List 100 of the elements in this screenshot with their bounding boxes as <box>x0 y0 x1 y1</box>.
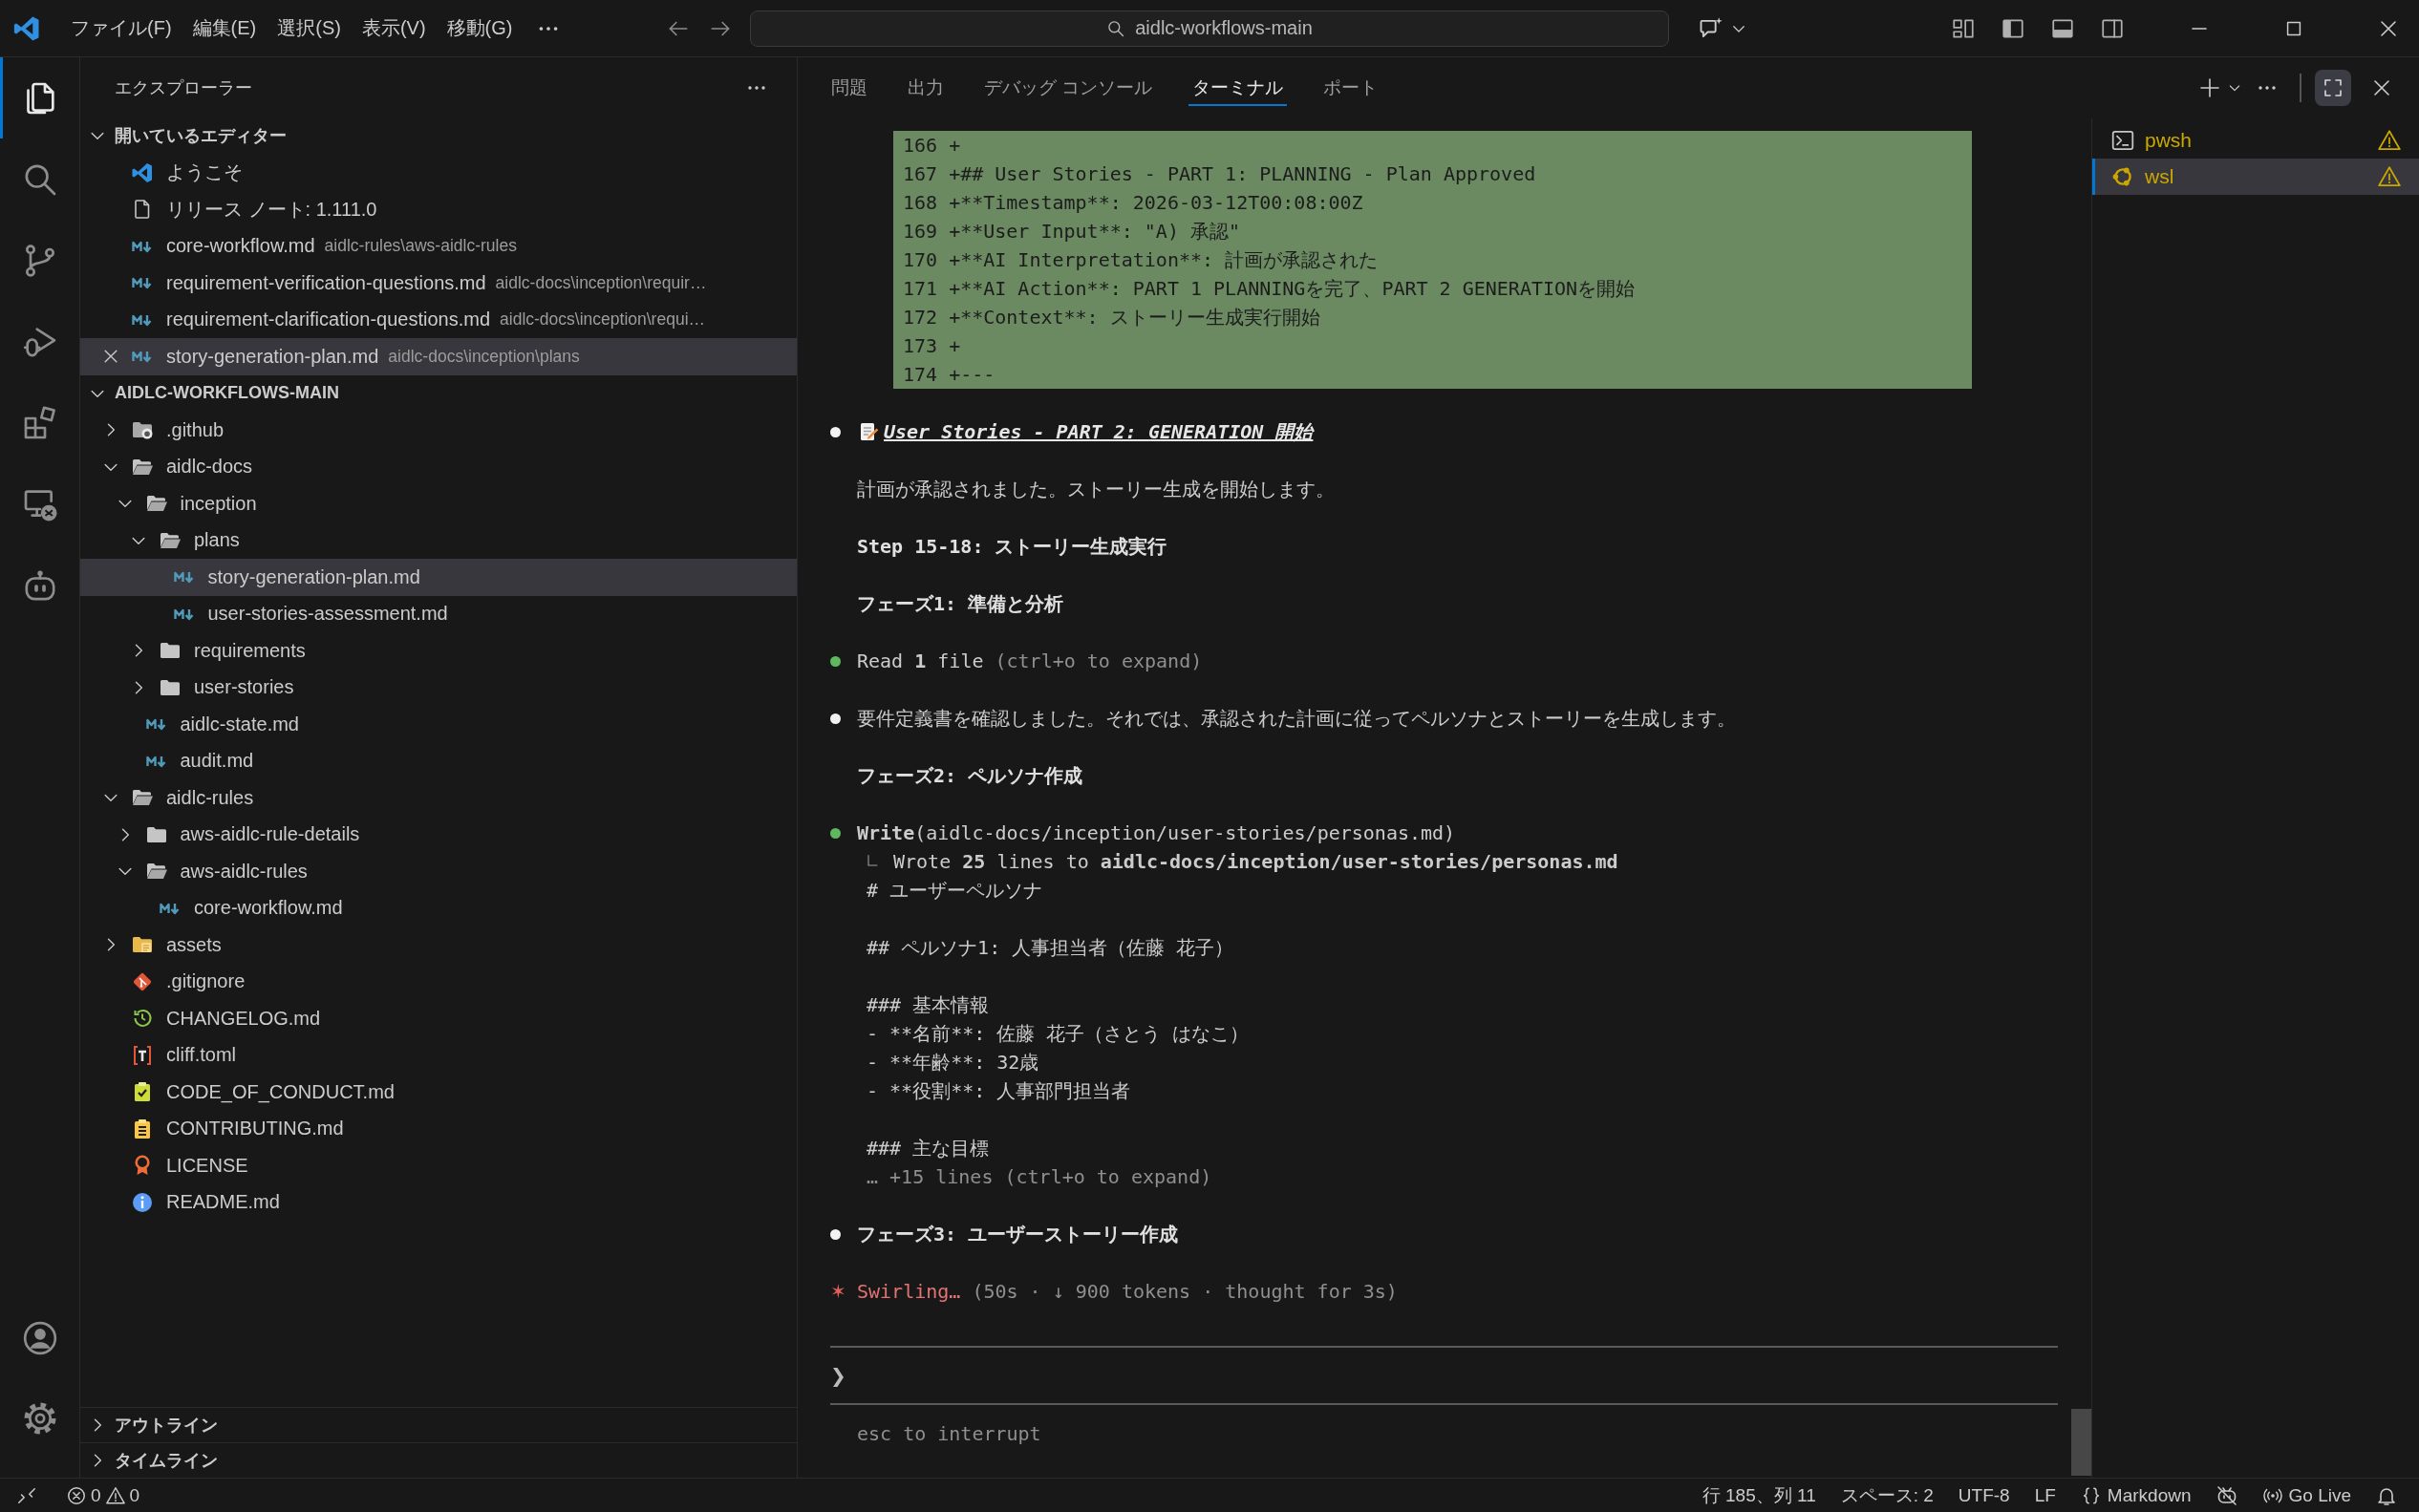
tree-item[interactable]: aws-aidlc-rules <box>80 853 797 890</box>
tree-item[interactable]: core-workflow.md <box>80 889 797 926</box>
diff-line: +**AI Action**: PART 1 PLANNINGを完了、PART 2 GENERATIONを開始 <box>949 276 1636 302</box>
tree-item[interactable]: .gitignore <box>80 963 797 1000</box>
open-editor-item[interactable]: requirement-verification-questions.md aidlc-docs\inception\requir… <box>80 265 797 302</box>
maximize-button[interactable] <box>2315 70 2351 106</box>
tree-item[interactable]: CODE_OF_CONDUCT.md <box>80 1074 797 1111</box>
line-number: 172 <box>903 305 938 330</box>
status-item[interactable]: Markdown <box>2067 1484 2204 1506</box>
line-number: 174 <box>903 362 938 388</box>
scrollbar[interactable] <box>2071 1409 2091 1476</box>
tree-item[interactable]: CONTRIBUTING.md <box>80 1110 797 1147</box>
diff-line: + <box>949 333 961 359</box>
diff-line: + <box>949 133 961 159</box>
tree-item[interactable]: user-stories-assessment.md <box>80 595 797 632</box>
tree-item[interactable]: LICENSE <box>80 1147 797 1184</box>
tree-item[interactable]: requirements <box>80 632 797 670</box>
panel-tab[interactable]: ターミナル <box>1188 70 1288 106</box>
tree-item[interactable]: inception <box>80 485 797 522</box>
tree-item[interactable]: aidlc-rules <box>80 779 797 817</box>
spinner-icon: ✶ <box>830 1277 846 1306</box>
line-number: 173 <box>903 333 938 359</box>
message-text: フェーズ2: ペルソナ作成 <box>857 763 1083 789</box>
toml-icon <box>131 1043 154 1067</box>
open-editor-item[interactable]: requirement-clarification-questions.md aidlc-docs\inception\requi… <box>80 301 797 338</box>
output-line: ## ペルソナ1: 人事担当者（佐藤 花子） <box>867 935 1235 961</box>
output-line: - **役割**: 人事部門担当者 <box>867 1078 1132 1104</box>
tree-item[interactable]: aidlc-docs <box>80 448 797 485</box>
open-editor-item[interactable]: core-workflow.md aidlc-rules\aws-aidlc-rules <box>80 227 797 265</box>
diff-line: +**User Input**: "A) 承認" <box>949 219 1241 245</box>
tool-call: Write(aidlc-docs/inception/user-stories/personas.md) <box>857 820 1456 846</box>
problems-status[interactable]: 0 0 <box>54 1484 153 1506</box>
tool-result: Wrote 25 lines to aidlc-docs/inception/user-stories/personas.md <box>893 849 1618 875</box>
panel-tab[interactable]: 問題 <box>827 70 871 106</box>
message-text: Step 15-18: ストーリー生成実行 <box>857 534 1167 560</box>
open-editor-item[interactable]: story-generation-plan.md aidlc-docs\inception\plans <box>80 338 797 375</box>
vscode-logo-icon <box>131 160 154 184</box>
info-icon <box>131 1190 154 1214</box>
output-line: - **年齢**: 32歳 <box>867 1050 1040 1075</box>
tree-item[interactable]: .github <box>80 412 797 449</box>
menu-item[interactable]: 選択(S) <box>268 11 350 45</box>
section-header[interactable]: AIDLC-WORKFLOWS-MAIN <box>80 374 797 412</box>
line-number: 167 <box>903 161 938 187</box>
tree-item[interactable]: cliff.toml <box>80 1036 797 1074</box>
message-text: 計画が承認されました。ストーリー生成を開始します。 <box>857 477 1335 502</box>
menu-item[interactable]: ファイル(F) <box>62 11 181 45</box>
tool-call: Read 1 file <box>857 649 984 674</box>
diff-line: +**Context**: ストーリー生成実行開始 <box>949 305 1320 330</box>
status-item[interactable]: Go Live <box>2249 1484 2364 1506</box>
section-header[interactable]: アウトライン <box>80 1407 797 1442</box>
tree-item[interactable]: README.md <box>80 1183 797 1221</box>
diff-line: +**Timestamp**: 2026-03-12T00:08:00Z <box>949 190 1363 216</box>
menu-item[interactable]: 表示(V) <box>353 11 435 45</box>
tree-item[interactable]: audit.md <box>80 742 797 779</box>
error-icon <box>66 1484 87 1506</box>
line-number: 168 <box>903 190 938 216</box>
prompt-input[interactable]: ❯ <box>830 1346 2058 1405</box>
panel-tab[interactable]: 出力 <box>904 70 948 106</box>
panel-tab[interactable]: デバッグ コンソール <box>980 70 1157 106</box>
status-item[interactable]: LF <box>2022 1484 2068 1506</box>
tree-item[interactable]: aws-aidlc-rule-details <box>80 816 797 853</box>
expand-hint: (ctrl+o to expand) <box>995 649 1203 674</box>
line-number: 166 <box>903 133 938 159</box>
tree-branch-icon <box>865 854 880 869</box>
sidebar-title: エクスプローラー <box>115 76 252 99</box>
line-number: 170 <box>903 247 938 273</box>
warning-icon <box>2377 164 2402 189</box>
message-text: フェーズ3: ユーザーストーリー作成 <box>857 1222 1179 1247</box>
message-text: フェーズ1: 準備と分析 <box>857 591 1064 617</box>
plus-icon[interactable] <box>2198 76 2221 99</box>
tree-item[interactable]: aidlc-state.md <box>80 706 797 743</box>
status-detail: (50s · ↓ 900 tokens · thought for 3s) <box>972 1279 1398 1305</box>
menu-item[interactable]: 移動(G) <box>438 11 522 45</box>
section-header[interactable]: 開いているエディター <box>80 117 797 155</box>
section-header[interactable]: タイムライン <box>80 1442 797 1478</box>
copilot-off-icon[interactable] <box>2215 1483 2238 1507</box>
tree-item[interactable]: story-generation-plan.md <box>80 559 797 596</box>
output-line: # ユーザーペルソナ <box>867 878 1044 904</box>
open-editor-item[interactable]: ようこそ <box>80 154 797 191</box>
tree-item[interactable]: CHANGELOG.md <box>80 1000 797 1037</box>
status-item[interactable]: 行 185、列 11 <box>1689 1482 1829 1508</box>
output-line: ### 主な目標 <box>867 1136 991 1161</box>
tree-item[interactable]: plans <box>80 522 797 559</box>
terminal-icon <box>2110 128 2135 153</box>
search-icon <box>1106 18 1126 38</box>
status-item[interactable]: UTF-8 <box>1945 1484 2023 1506</box>
prompt-hint: esc to interrupt <box>857 1421 1041 1447</box>
terminal-item[interactable]: pwsh <box>2092 122 2419 159</box>
panel-tab[interactable]: ポート <box>1319 70 1382 106</box>
search-field[interactable]: aidlc-workflows-main <box>750 10 1669 47</box>
status-item[interactable]: スペース: 2 <box>1828 1482 1946 1508</box>
open-editor-item[interactable]: リリース ノート: 1.111.0 <box>80 191 797 228</box>
tree-item[interactable]: user-stories <box>80 669 797 706</box>
terminal-item[interactable]: wsl <box>2092 159 2419 195</box>
menu-item[interactable]: 編集(E) <box>183 11 266 45</box>
diff-line: +**AI Interpretation**: 計画が承認された <box>949 247 1379 273</box>
message-text: 要件定義書を確認しました。それでは、承認された計画に従ってペルソナとストーリーを生成します。 <box>857 706 1736 732</box>
diff-line: +## User Stories - PART 1: PLANNING - Plan Approved <box>949 161 1536 187</box>
status-text: Swirling… <box>857 1279 961 1305</box>
tree-item[interactable]: assets <box>80 926 797 964</box>
